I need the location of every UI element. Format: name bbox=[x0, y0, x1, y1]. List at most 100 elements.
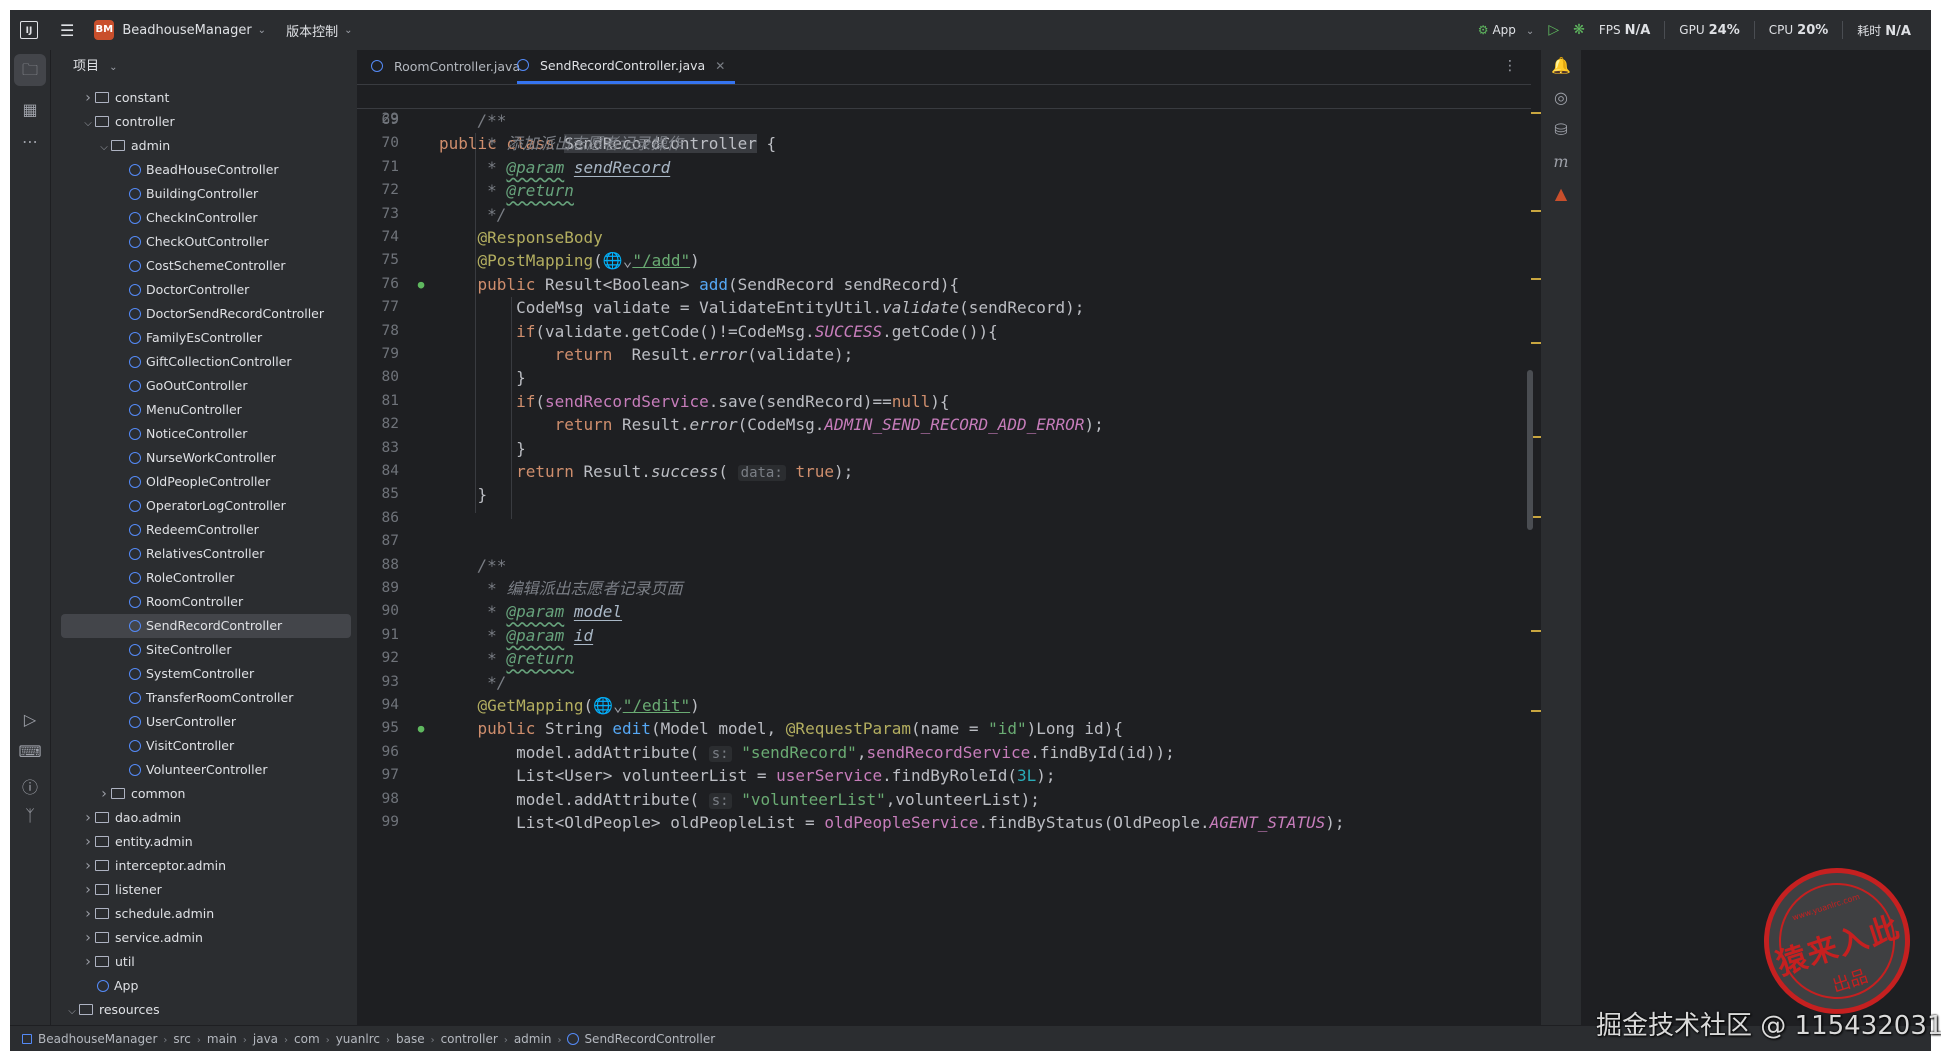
chevron-right-icon[interactable]: › bbox=[81, 878, 95, 902]
tree-file[interactable]: DoctorController bbox=[51, 278, 351, 302]
code-line[interactable]: 70 * 添加派出志愿者记录操作 bbox=[357, 132, 1531, 155]
tree-file[interactable]: RelativesController bbox=[51, 542, 351, 566]
tree-folder[interactable]: › dao.admin bbox=[51, 806, 351, 830]
breadcrumb-item[interactable]: main bbox=[207, 1032, 237, 1046]
code-line[interactable]: 77 CodeMsg validate = ValidateEntityUtil… bbox=[357, 296, 1531, 319]
tree-file[interactable]: MenuController bbox=[51, 398, 351, 422]
breadcrumb-item[interactable]: base bbox=[396, 1032, 425, 1046]
project-name-dropdown[interactable]: BeadhouseManager bbox=[122, 23, 251, 38]
warning-marker[interactable] bbox=[1531, 210, 1541, 212]
breadcrumb-item[interactable]: yuanlrc bbox=[336, 1032, 380, 1046]
chevron-right-icon[interactable]: › bbox=[97, 782, 111, 806]
terminal-icon[interactable]: ⌨ bbox=[10, 742, 50, 761]
chevron-right-icon[interactable]: › bbox=[81, 830, 95, 854]
run-icon[interactable]: ▷ bbox=[1548, 22, 1559, 38]
tree-folder[interactable]: › common bbox=[51, 782, 351, 806]
tree-folder[interactable]: › constant bbox=[51, 86, 351, 110]
code-line[interactable]: 97 List<User> volunteerList = userServic… bbox=[357, 764, 1531, 787]
tree-file[interactable]: OperatorLogController bbox=[51, 494, 351, 518]
project-badge[interactable]: BM bbox=[94, 20, 115, 40]
code-line[interactable]: 76 ● public Result<Boolean> add(SendRecor… bbox=[357, 273, 1531, 296]
warning-marker[interactable] bbox=[1531, 630, 1541, 632]
warning-marker[interactable] bbox=[1531, 278, 1541, 280]
breadcrumb-item[interactable]: com bbox=[294, 1032, 320, 1046]
error-stripe[interactable] bbox=[1531, 50, 1541, 1025]
tree-file[interactable]: NurseWorkController bbox=[51, 446, 351, 470]
tree-folder[interactable]: ⌵ resources bbox=[51, 998, 351, 1022]
more-options-icon[interactable]: ⋮ bbox=[1503, 58, 1517, 74]
code-area[interactable]: 29 public class SendRecordController { 6… bbox=[357, 85, 1531, 1025]
run-config-dropdown[interactable]: ⚙ App ⌄ bbox=[1478, 23, 1535, 37]
code-line[interactable]: 78 if(validate.getCode()!=CodeMsg.SUCCES… bbox=[357, 320, 1531, 343]
code-line[interactable]: 75 @PostMapping(🌐⌄"/add") bbox=[357, 249, 1531, 272]
code-line[interactable]: 89 * 编辑派出志愿者记录页面 bbox=[357, 577, 1531, 600]
warning-marker[interactable] bbox=[1531, 112, 1541, 114]
endpoint-gutter-icon[interactable]: ● bbox=[411, 273, 431, 296]
warning-marker[interactable] bbox=[1531, 710, 1541, 712]
tree-file[interactable]: FamilyEsController bbox=[51, 326, 351, 350]
ide-logo-icon[interactable]: IJ bbox=[20, 21, 38, 39]
code-line[interactable]: 88 /** bbox=[357, 554, 1531, 577]
code-line[interactable]: 81 if(sendRecordService.save(sendRecord)… bbox=[357, 390, 1531, 413]
tree-folder[interactable]: › service.admin bbox=[51, 926, 351, 950]
maven-icon[interactable]: m bbox=[1541, 152, 1581, 171]
tree-file[interactable]: UserController bbox=[51, 710, 351, 734]
breadcrumb-item[interactable]: SendRecordController bbox=[584, 1032, 715, 1046]
code-line[interactable]: 91 * @param id bbox=[357, 624, 1531, 647]
code-line[interactable]: 84 return Result.success( data: true); bbox=[357, 460, 1531, 483]
project-panel-header[interactable]: 项目 ⌄ bbox=[51, 50, 357, 84]
git-icon[interactable]: ᛉ bbox=[10, 806, 50, 825]
globe-icon[interactable]: 🌐⌄ bbox=[593, 696, 623, 715]
notifications-icon[interactable]: 🔔 bbox=[1541, 56, 1581, 75]
tree-file[interactable]: CheckOutController bbox=[51, 230, 351, 254]
tree-file[interactable]: NoticeController bbox=[51, 422, 351, 446]
breadcrumb-item[interactable]: controller bbox=[441, 1032, 498, 1046]
endpoint-gutter-icon[interactable]: ● bbox=[411, 717, 431, 740]
code-line[interactable]: 94 @GetMapping(🌐⌄"/edit") bbox=[357, 694, 1531, 717]
code-line[interactable]: 73 */ bbox=[357, 203, 1531, 226]
chevron-right-icon[interactable]: › bbox=[81, 86, 95, 110]
tree-file[interactable]: BuildingController bbox=[51, 182, 351, 206]
tree-file[interactable]: CheckInController bbox=[51, 206, 351, 230]
code-line[interactable]: 79 return Result.error(validate); bbox=[357, 343, 1531, 366]
ai-assistant-icon[interactable]: ◎ bbox=[1541, 88, 1581, 107]
project-folder-icon[interactable]: 🗀 bbox=[14, 54, 46, 86]
chevron-right-icon[interactable]: › bbox=[81, 950, 95, 974]
breadcrumb-item[interactable]: java bbox=[253, 1032, 278, 1046]
code-line[interactable]: 93 */ bbox=[357, 671, 1531, 694]
tree-file[interactable]: SiteController bbox=[51, 638, 351, 662]
chevron-right-icon[interactable]: › bbox=[81, 854, 95, 878]
tab-room-controller[interactable]: RoomController.java bbox=[371, 50, 520, 84]
code-line[interactable]: 90 * @param model bbox=[357, 600, 1531, 623]
chevron-down-icon[interactable]: ⌄ bbox=[258, 25, 266, 36]
chevron-right-icon[interactable]: › bbox=[81, 806, 95, 830]
code-line[interactable]: 74 @ResponseBody bbox=[357, 226, 1531, 249]
code-line[interactable]: 95 ● public String edit(Model model, @Req… bbox=[357, 717, 1531, 740]
problems-icon[interactable]: ⓘ bbox=[10, 774, 50, 798]
tree-folder[interactable]: ⌵ controller bbox=[51, 110, 351, 134]
main-menu-icon[interactable]: ☰ bbox=[60, 21, 74, 40]
tree-folder[interactable]: › util bbox=[51, 950, 351, 974]
code-line[interactable]: 87 bbox=[357, 530, 1531, 553]
tree-file[interactable]: VolunteerController bbox=[51, 758, 351, 782]
code-line[interactable]: 80 } bbox=[357, 366, 1531, 389]
code-line[interactable]: 72 * @return bbox=[357, 179, 1531, 202]
tree-file[interactable]: RoleController bbox=[51, 566, 351, 590]
chevron-down-icon[interactable]: ⌵ bbox=[81, 112, 95, 136]
services-icon[interactable]: ▷ bbox=[10, 710, 50, 729]
chevron-down-icon[interactable]: ⌄ bbox=[109, 62, 117, 73]
chevron-down-icon[interactable]: ⌵ bbox=[97, 136, 111, 160]
tree-folder[interactable]: ⌵ admin bbox=[51, 134, 351, 158]
tree-file[interactable]: OldPeopleController bbox=[51, 470, 351, 494]
chevron-right-icon[interactable]: › bbox=[81, 926, 95, 950]
globe-icon[interactable]: 🌐⌄ bbox=[603, 251, 633, 270]
plugin-icon[interactable]: ▲ bbox=[1541, 184, 1581, 203]
tree-file[interactable]: RoomController bbox=[51, 590, 351, 614]
code-line[interactable]: 83 } bbox=[357, 437, 1531, 460]
vcs-dropdown[interactable]: 版本控制 bbox=[286, 21, 338, 40]
tree-folder[interactable]: › interceptor.admin bbox=[51, 854, 351, 878]
code-line[interactable]: 82 return Result.error(CodeMsg.ADMIN_SEN… bbox=[357, 413, 1531, 436]
tree-file[interactable]: VisitController bbox=[51, 734, 351, 758]
code-line[interactable]: 99 List<OldPeople> oldPeopleList = oldPe… bbox=[357, 811, 1531, 834]
tree-file[interactable]: GiftCollectionController bbox=[51, 350, 351, 374]
